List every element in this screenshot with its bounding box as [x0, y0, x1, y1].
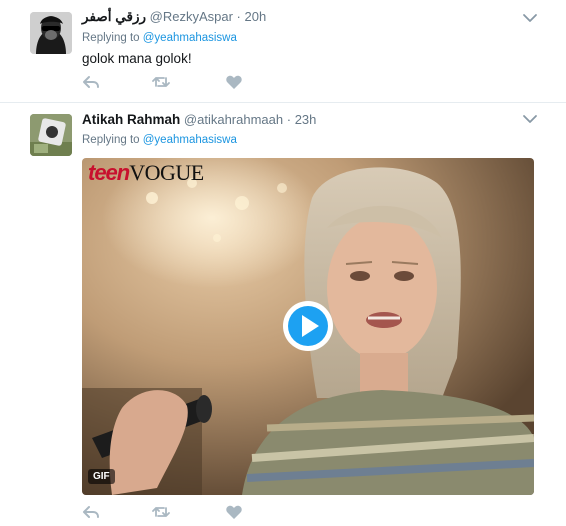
display-name[interactable]: Atikah Rahmah	[82, 112, 180, 127]
replying-to: Replying to @yeahmahasiswa	[82, 134, 237, 146]
avatar[interactable]	[30, 114, 72, 156]
reply-icon[interactable]	[82, 504, 100, 520]
heart-icon[interactable]	[225, 74, 243, 90]
replying-to: Replying to @yeahmahasiswa	[82, 32, 237, 44]
retweet-icon[interactable]	[152, 504, 170, 520]
display-name[interactable]: رزقي أصفر	[82, 9, 146, 24]
tweet-actions	[82, 74, 252, 90]
reply-mention-link[interactable]: @yeahmahasiswa	[143, 32, 237, 44]
play-icon[interactable]	[281, 299, 335, 353]
timestamp[interactable]: 20h	[245, 9, 267, 24]
separator-dot: ·	[286, 112, 292, 127]
tweet-header: رزقي أصفر @RezkyAspar · 20h	[82, 9, 266, 25]
gif-badge: GIF	[88, 469, 115, 484]
avatar[interactable]	[30, 12, 72, 54]
chevron-down-icon[interactable]	[522, 113, 538, 125]
tweet[interactable]: رزقي أصفر @RezkyAspar · 20h Replying to …	[0, 0, 566, 103]
heart-icon[interactable]	[225, 504, 243, 520]
replying-label: Replying to	[82, 134, 140, 146]
tweet-actions	[82, 504, 252, 520]
tweet-header: Atikah Rahmah @atikahrahmaah · 23h	[82, 112, 316, 127]
tweet[interactable]: Atikah Rahmah @atikahrahmaah · 23h Reply…	[0, 103, 566, 526]
separator-dot: ·	[236, 9, 241, 24]
tweet-text: golok mana golok!	[82, 51, 192, 66]
reply-icon[interactable]	[82, 74, 100, 90]
replying-label: Replying to	[82, 32, 140, 44]
retweet-icon[interactable]	[152, 74, 170, 90]
chevron-down-icon[interactable]	[522, 12, 538, 24]
gif-media[interactable]: teenVOGUE GIF	[82, 158, 534, 495]
username[interactable]: @RezkyAspar	[150, 9, 233, 24]
reply-mention-link[interactable]: @yeahmahasiswa	[143, 134, 237, 146]
username[interactable]: @atikahrahmaah	[184, 112, 283, 127]
teen-vogue-logo: teenVOGUE	[88, 160, 204, 185]
timestamp[interactable]: 23h	[295, 112, 317, 127]
